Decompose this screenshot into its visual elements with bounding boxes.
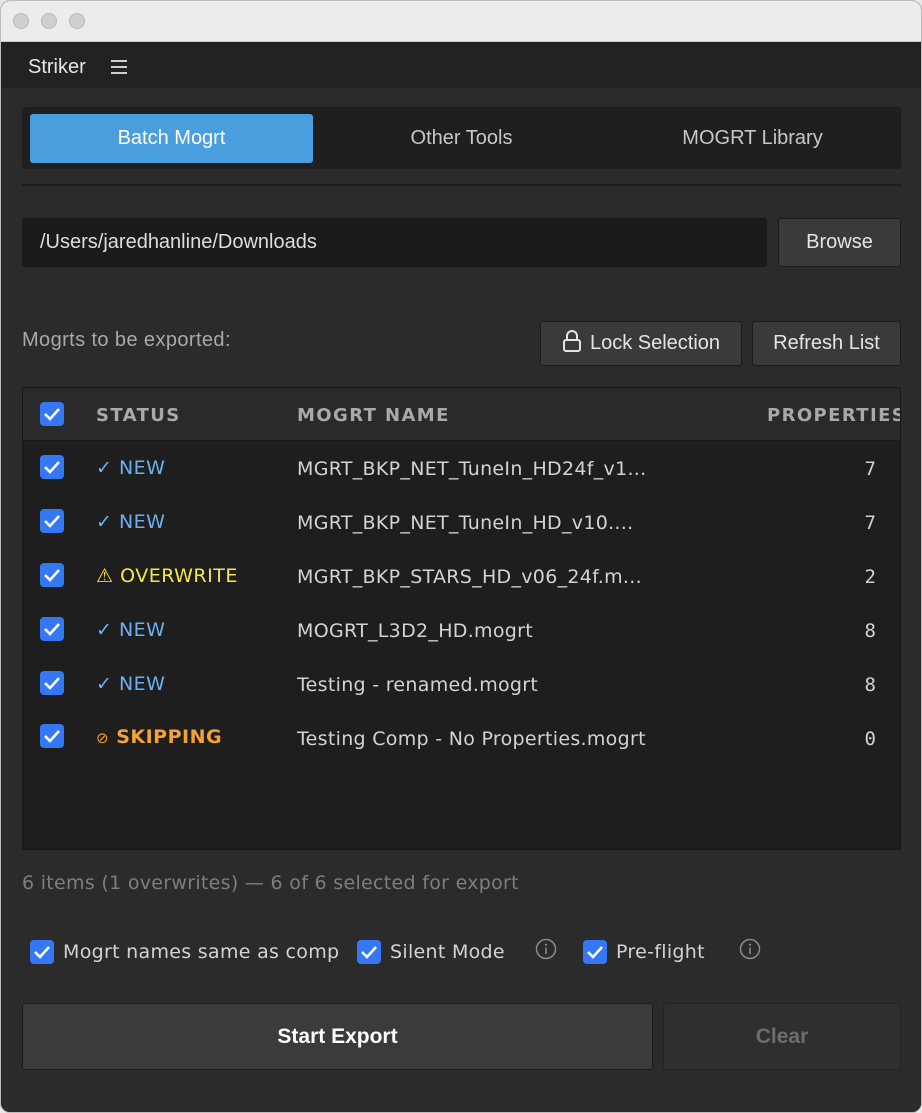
divider bbox=[22, 184, 901, 186]
table-row[interactable]: ✓ NEW MGRT_BKP_NET_TuneIn_HD24f_v1... 7 bbox=[23, 441, 900, 495]
lock-selection-label: Lock Selection bbox=[589, 332, 721, 354]
silent-mode-checkbox[interactable] bbox=[357, 940, 381, 964]
check-icon bbox=[34, 946, 50, 959]
mogrt-name: MGRT_BKP_STARS_HD_v06_24f.m... bbox=[297, 566, 642, 588]
checkmark-icon: ✓ bbox=[96, 619, 113, 641]
header-mogrt-name[interactable]: MOGRT NAME bbox=[297, 405, 450, 426]
header-properties[interactable]: PROPERTIES bbox=[767, 405, 900, 426]
silent-mode-label[interactable]: Silent Mode bbox=[390, 941, 505, 963]
title-bar bbox=[1, 1, 921, 42]
select-all-checkbox[interactable] bbox=[40, 402, 64, 426]
check-icon bbox=[44, 515, 60, 528]
browse-button[interactable]: Browse bbox=[778, 218, 901, 267]
table-row[interactable]: ✓ NEW Testing - renamed.mogrt 8 bbox=[23, 657, 900, 711]
properties-count: 8 bbox=[864, 620, 876, 642]
row-checkbox[interactable] bbox=[40, 671, 64, 695]
start-export-button[interactable]: Start Export bbox=[22, 1003, 653, 1070]
table-header: STATUS MOGRT NAME PROPERTIES bbox=[23, 388, 900, 441]
lock-selection-button[interactable]: Lock Selection bbox=[540, 321, 742, 366]
mogrt-name: MGRT_BKP_NET_TuneIn_HD_v10.... bbox=[297, 512, 634, 534]
checkmark-icon: ✓ bbox=[96, 673, 113, 695]
selection-summary: 6 items (1 overwrites) — 6 of 6 selected… bbox=[22, 872, 519, 894]
clear-button[interactable]: Clear bbox=[663, 1003, 901, 1070]
app-title: Striker bbox=[28, 56, 86, 78]
tab-other-tools[interactable]: Other Tools bbox=[320, 114, 603, 163]
status-badge: ⚠ OVERWRITE bbox=[96, 565, 238, 587]
lock-icon bbox=[562, 329, 581, 352]
checkmark-icon: ✓ bbox=[96, 511, 113, 533]
info-icon[interactable] bbox=[739, 938, 761, 960]
hamburger-menu-icon[interactable] bbox=[111, 60, 127, 74]
status-text: NEW bbox=[118, 457, 166, 479]
properties-count: 7 bbox=[864, 512, 876, 534]
minimize-window-button[interactable] bbox=[41, 13, 57, 29]
row-checkbox[interactable] bbox=[40, 455, 64, 479]
properties-count: 7 bbox=[864, 458, 876, 480]
status-badge: ✓ NEW bbox=[96, 619, 165, 641]
row-checkbox[interactable] bbox=[40, 724, 64, 748]
check-icon bbox=[44, 569, 60, 582]
status-text: SKIPPING bbox=[116, 726, 223, 748]
warning-icon: ⚠ bbox=[96, 565, 114, 587]
app-header: Striker bbox=[1, 42, 921, 88]
tab-mogrt-library[interactable]: MOGRT Library bbox=[611, 114, 894, 163]
mogrt-name: Testing - renamed.mogrt bbox=[297, 674, 539, 696]
properties-count: 0 bbox=[864, 728, 876, 750]
row-checkbox[interactable] bbox=[40, 509, 64, 533]
names-same-checkbox[interactable] bbox=[30, 940, 54, 964]
folder-path-input[interactable] bbox=[22, 218, 767, 267]
check-icon bbox=[44, 623, 60, 636]
zoom-window-button[interactable] bbox=[69, 13, 85, 29]
mogrt-name: MOGRT_L3D2_HD.mogrt bbox=[297, 620, 534, 642]
status-text: OVERWRITE bbox=[120, 565, 238, 587]
properties-count: 8 bbox=[864, 674, 876, 696]
preflight-label[interactable]: Pre-flight bbox=[616, 941, 705, 963]
status-text: NEW bbox=[118, 511, 166, 533]
checkmark-icon: ✓ bbox=[96, 457, 113, 479]
check-icon bbox=[587, 946, 603, 959]
check-icon bbox=[44, 677, 60, 690]
section-label: Mogrts to be exported: bbox=[22, 329, 231, 351]
check-icon bbox=[44, 408, 60, 421]
check-icon bbox=[44, 730, 60, 743]
table-row[interactable]: ✓ NEW MOGRT_L3D2_HD.mogrt 8 bbox=[23, 603, 900, 657]
table-row[interactable]: ⊘ SKIPPING Testing Comp - No Properties.… bbox=[23, 711, 900, 765]
row-checkbox[interactable] bbox=[40, 563, 64, 587]
check-icon bbox=[44, 461, 60, 474]
app-window: Striker Batch Mogrt Other Tools MOGRT Li… bbox=[0, 0, 922, 1113]
status-text: NEW bbox=[118, 673, 166, 695]
properties-count: 2 bbox=[864, 566, 876, 588]
check-icon bbox=[361, 946, 377, 959]
refresh-list-button[interactable]: Refresh List bbox=[752, 321, 901, 366]
status-badge: ✓ NEW bbox=[96, 673, 165, 695]
tab-bar: Batch Mogrt Other Tools MOGRT Library bbox=[22, 107, 901, 169]
header-status[interactable]: STATUS bbox=[96, 405, 181, 426]
tab-batch-mogrt[interactable]: Batch Mogrt bbox=[30, 114, 313, 163]
row-checkbox[interactable] bbox=[40, 617, 64, 641]
info-icon[interactable] bbox=[535, 938, 557, 960]
no-entry-icon: ⊘ bbox=[96, 729, 110, 747]
status-text: NEW bbox=[118, 619, 166, 641]
mogrt-name: MGRT_BKP_NET_TuneIn_HD24f_v1... bbox=[297, 458, 647, 480]
status-badge: ✓ NEW bbox=[96, 511, 165, 533]
table-row[interactable]: ✓ NEW MGRT_BKP_NET_TuneIn_HD_v10.... 7 bbox=[23, 495, 900, 549]
status-badge: ✓ NEW bbox=[96, 457, 165, 479]
close-window-button[interactable] bbox=[13, 13, 29, 29]
table-row[interactable]: ⚠ OVERWRITE MGRT_BKP_STARS_HD_v06_24f.m.… bbox=[23, 549, 900, 603]
mogrt-name: Testing Comp - No Properties.mogrt bbox=[297, 728, 646, 750]
names-same-label[interactable]: Mogrt names same as comp bbox=[63, 941, 339, 963]
status-badge: ⊘ SKIPPING bbox=[96, 726, 222, 748]
mogrt-table: STATUS MOGRT NAME PROPERTIES ✓ NEW MGRT_… bbox=[22, 387, 901, 850]
preflight-checkbox[interactable] bbox=[583, 940, 607, 964]
main-panel: Batch Mogrt Other Tools MOGRT Library Br… bbox=[1, 88, 921, 1112]
